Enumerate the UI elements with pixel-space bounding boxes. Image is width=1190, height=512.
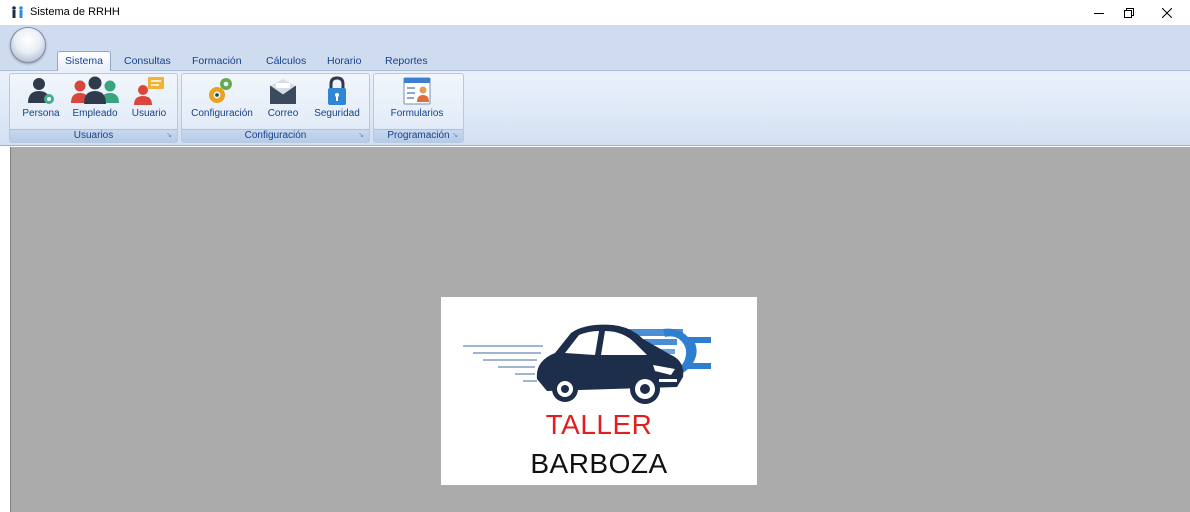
application-menu-button[interactable] [10,27,46,63]
logo-text-barboza: BARBOZA [530,448,668,479]
title-bar: Sistema de RRHH [0,0,1190,25]
padlock-icon [328,76,346,105]
group-configuracion-label: Configuración ↘ [182,129,369,142]
car-wrench-logo-icon [463,324,711,404]
restore-icon [1124,7,1134,18]
dialog-launcher-icon[interactable]: ↘ [451,132,459,140]
close-icon [1162,7,1172,18]
seguridad-button[interactable]: Seguridad [311,76,363,119]
person-gear-icon [28,78,54,104]
dialog-launcher-icon[interactable]: ↘ [165,132,173,140]
tab-consultas[interactable]: Consultas [117,52,178,72]
tab-horario[interactable]: Horario [320,52,368,72]
group-programacion-label: Programación ↘ [374,129,463,142]
persona-button[interactable]: Persona [21,76,61,119]
tab-calculos[interactable]: Cálculos [259,52,313,72]
window-title: Sistema de RRHH [30,6,120,18]
user-message-icon [134,77,164,105]
company-logo: TALLER BARBOZA [441,297,757,485]
logo-text-taller: TALLER [545,409,653,440]
minimize-icon [1094,12,1104,14]
formularios-button[interactable]: Formularios [385,76,449,119]
usuario-button[interactable]: Usuario [130,76,168,119]
tab-reportes[interactable]: Reportes [378,52,435,72]
group-usuarios-label: Usuarios ↘ [10,129,177,142]
form-id-card-icon [403,77,431,105]
ribbon-panel [0,71,1190,146]
app-people-icon [12,6,23,18]
configuracion-button[interactable]: Configuración [189,76,255,119]
close-button[interactable] [1144,0,1190,25]
ribbon-tab-strip [0,25,1190,71]
gears-icon [209,78,232,103]
tab-formacion[interactable]: Formación [185,52,249,72]
employees-group-icon [71,76,119,104]
empleado-button[interactable]: Empleado [70,76,120,119]
tab-sistema[interactable]: Sistema [57,51,111,72]
dialog-launcher-icon[interactable]: ↘ [357,132,365,140]
correo-button[interactable]: Correo [265,76,301,119]
envelope-icon [269,79,297,104]
